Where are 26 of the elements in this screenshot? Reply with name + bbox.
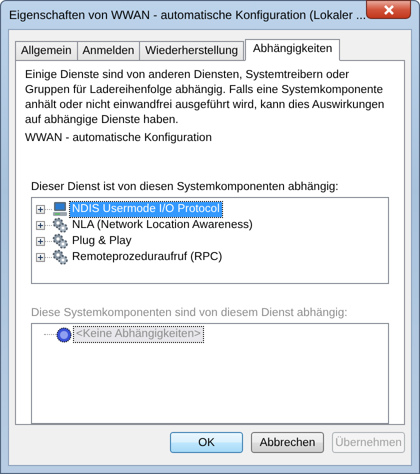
tree-item[interactable]: Plug & Play — [70, 234, 134, 248]
expand-icon[interactable] — [36, 220, 45, 230]
close-icon — [382, 4, 395, 14]
gears-icon — [52, 233, 68, 249]
tab[interactable]: Allgemein — [15, 41, 78, 60]
tree-item[interactable]: NLA (Network Location Awareness) — [70, 218, 255, 232]
expand-icon[interactable] — [36, 236, 45, 246]
globe-icon — [56, 326, 72, 343]
dialog-button[interactable]: OK — [170, 432, 243, 453]
gears-icon — [52, 217, 68, 233]
tab[interactable]: Wiederherstellung — [139, 41, 244, 60]
service-name: WWAN - automatische Konfiguration — [25, 131, 213, 146]
computer-icon — [52, 201, 68, 217]
component-tree[interactable]: NDIS Usermode I/O Protocol NLA (Network Location Awareness) Plug & Play Remoteprozeduraufruf (RPC) — [31, 197, 389, 284]
description-text: Einige Dienste sind von anderen Diensten, Systemtreibern oder Gruppen für Ladereihenfolge abhängig. Falls eine Systemkomponente anhält oder nicht einwandfrei ausgeführt wird, kann dies Auswirkungen auf abhängige Dienste haben. — [25, 68, 386, 128]
tab[interactable]: Anmelden — [76, 41, 140, 60]
tree-label: Diese Systemkomponenten sind von diesem Dienst abhängig: — [31, 306, 348, 320]
tree-label: Dieser Dienst ist von diesen Systemkomponenten abhängig: — [31, 180, 340, 194]
window-title: Eigenschaften von WWAN - automatische Konfiguration (Lokaler ... — [9, 8, 366, 22]
tree-item[interactable]: Remoteprozeduraufruf (RPC) — [70, 250, 224, 264]
close-button[interactable] — [366, 0, 411, 19]
dialog-button[interactable]: Abbrechen — [251, 432, 324, 453]
gears-icon — [52, 249, 68, 265]
tab[interactable]: Abhängigkeiten — [244, 39, 340, 61]
expand-icon[interactable] — [36, 252, 45, 262]
expand-icon[interactable] — [36, 204, 45, 214]
